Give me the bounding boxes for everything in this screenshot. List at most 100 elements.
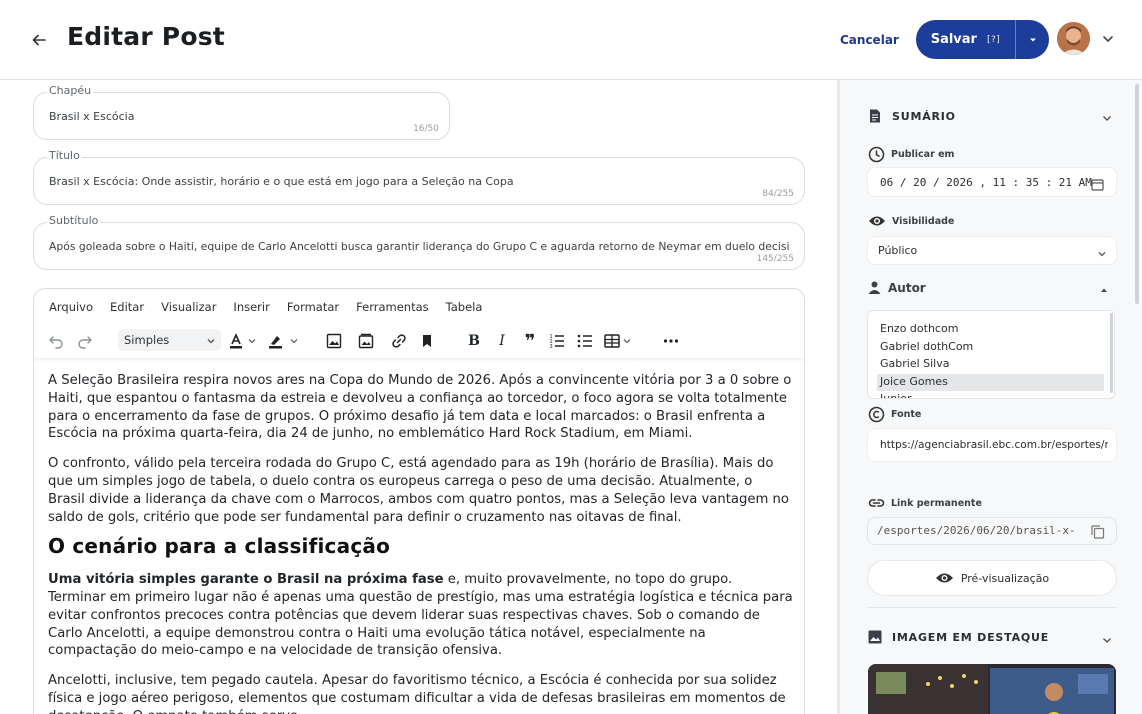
list-item[interactable]: Junior [868, 391, 1104, 398]
featured-image-chevron-icon[interactable] [1100, 632, 1114, 646]
save-button[interactable]: Salvar [?] [916, 20, 1016, 59]
subtitulo-field[interactable]: Subtítulo Após goleada sobre o Haiti, eq… [33, 214, 805, 270]
user-avatar[interactable] [1057, 22, 1090, 55]
rich-text-editor: Arquivo Editar Visualizar Inserir Format… [33, 288, 805, 714]
visibility-value: Público [878, 244, 918, 257]
insert-link-icon[interactable] [387, 329, 411, 353]
editor-content[interactable]: A Seleção Brasileira respira novos ares … [48, 372, 793, 714]
chevron-down-icon [1096, 245, 1108, 264]
preview-label: Pré-visualização [960, 571, 1050, 585]
copy-icon[interactable] [1090, 524, 1105, 543]
summary-section-header[interactable]: SUMÁRIO [867, 108, 956, 124]
undo-icon[interactable] [44, 329, 68, 353]
titulo-field[interactable]: Título Brasil x Escócia: Onde assistir, … [33, 149, 805, 205]
sidebar-scrollbar[interactable] [1135, 84, 1139, 304]
eye-icon [869, 216, 885, 226]
text-color-chevron-icon[interactable] [245, 329, 259, 353]
blockquote-icon[interactable]: ❞ [518, 329, 542, 353]
insert-image-icon[interactable] [322, 329, 346, 353]
block-style-select[interactable]: Simples [118, 329, 221, 351]
cancel-button[interactable]: Cancelar [832, 28, 907, 52]
titulo-value: Brasil x Escócia: Onde assistir, horário… [49, 175, 514, 188]
author-collapse-caret-icon[interactable] [1098, 281, 1112, 295]
account-menu-chevron-icon[interactable] [1100, 31, 1116, 47]
editor-menubar: Arquivo Editar Visualizar Inserir Format… [49, 300, 499, 314]
image-icon [868, 630, 882, 644]
source-label: Fonte [868, 406, 921, 423]
publish-datetime-input[interactable]: 06 / 20 / 2026 , 11 : 35 : 21 AM [867, 167, 1117, 197]
bullet-list-icon[interactable] [573, 329, 597, 353]
chapeu-counter: 16/50 [413, 124, 439, 134]
visibility-select[interactable]: Público [867, 236, 1117, 265]
numbered-list-icon[interactable]: 123 [545, 329, 569, 353]
menu-visualizar[interactable]: Visualizar [161, 300, 216, 314]
permalink-label-text: Link permanente [891, 497, 982, 509]
person-icon [868, 281, 881, 294]
media-gallery-icon[interactable] [354, 329, 378, 353]
paragraph: O confronto, válido pela terceira rodada… [48, 456, 789, 525]
save-options-caret-icon[interactable] [1016, 20, 1049, 59]
chapeu-label: Chapéu [47, 84, 94, 97]
titulo-label: Título [47, 149, 82, 162]
author-listbox[interactable]: Enzo dothcom Gabriel dothCom Gabriel Sil… [867, 310, 1115, 399]
settings-sidebar: SUMÁRIO Publicar em 06 / 20 / 2026 , 11 … [840, 80, 1142, 714]
clock-icon [868, 146, 885, 163]
source-input[interactable]: https://agenciabrasil.ebc.com.br/esporte… [867, 428, 1117, 462]
more-options-icon[interactable] [659, 329, 683, 353]
menu-arquivo[interactable]: Arquivo [49, 300, 93, 314]
summary-title: SUMÁRIO [892, 109, 956, 123]
list-item[interactable]: Enzo dothcom [868, 321, 1104, 339]
save-label: Salvar [930, 32, 977, 47]
highlight-chevron-icon[interactable] [287, 329, 301, 353]
save-button-group: Salvar [?] [916, 20, 1049, 59]
svg-text:3: 3 [550, 344, 553, 350]
document-icon [870, 109, 880, 123]
back-arrow-icon[interactable] [26, 27, 52, 53]
block-style-value: Simples [124, 333, 170, 347]
permalink-input[interactable]: /esportes/2026/06/20/brasil-x- [867, 517, 1117, 545]
author-list-scrollbar[interactable] [1110, 313, 1113, 393]
list-item[interactable]: Gabriel dothCom [868, 339, 1104, 357]
menu-ferramentas[interactable]: Ferramentas [356, 300, 428, 314]
publish-datetime-value: 06 / 20 / 2026 , 11 : 35 : 21 AM [880, 176, 1092, 189]
divider [867, 607, 1117, 608]
menu-inserir[interactable]: Inserir [233, 300, 269, 314]
menu-formatar[interactable]: Formatar [287, 300, 339, 314]
calendar-icon[interactable] [1091, 176, 1104, 195]
top-bar: Editar Post Cancelar Salvar [?] [0, 0, 1142, 80]
visibility-label-text: Visibilidade [892, 215, 955, 227]
page-title: Editar Post [67, 22, 225, 51]
summary-chevron-icon[interactable] [1100, 110, 1114, 124]
italic-icon[interactable]: I [490, 329, 514, 353]
featured-image-section-header[interactable]: IMAGEM EM DESTAQUE [867, 629, 1049, 645]
permalink-value: /esportes/2026/06/20/brasil-x- [877, 524, 1076, 537]
list-item-selected[interactable]: Joice Gomes [877, 373, 1104, 391]
redo-icon[interactable] [73, 329, 97, 353]
preview-button[interactable]: Pré-visualização [867, 560, 1117, 596]
subtitulo-counter: 145/255 [756, 254, 794, 264]
paragraph: Ancelotti, inclusive, tem pegado cautela… [48, 673, 786, 714]
bold-icon[interactable]: B [462, 329, 486, 353]
bookmark-icon[interactable] [415, 329, 439, 353]
eye-icon [935, 573, 953, 583]
menu-editar[interactable]: Editar [110, 300, 144, 314]
subtitulo-value: Após goleada sobre o Haiti, equipe de Ca… [49, 240, 789, 253]
featured-image-thumbnail[interactable] [868, 664, 1116, 714]
paragraph: A Seleção Brasileira respira novos ares … [48, 373, 792, 442]
chapeu-value: Brasil x Escócia [49, 110, 135, 123]
featured-image-title: IMAGEM EM DESTAQUE [892, 630, 1050, 644]
chapeu-field[interactable]: Chapéu Brasil x Escócia 16/50 [33, 84, 450, 140]
list-item[interactable]: Gabriel Silva [868, 356, 1104, 374]
subtitulo-label: Subtítulo [47, 214, 101, 227]
table-chevron-icon[interactable] [620, 329, 634, 353]
author-title: Autor [888, 280, 926, 295]
toolbar-shadow [34, 358, 804, 362]
post-form: Chapéu Brasil x Escócia 16/50 Título Bra… [0, 80, 838, 714]
bold-text: Uma vitória simples garante o Brasil na … [48, 572, 444, 588]
author-section-header[interactable]: Autor [867, 280, 926, 295]
menu-tabela[interactable]: Tabela [446, 300, 483, 314]
link-icon [868, 499, 885, 507]
source-value: https://agenciabrasil.ebc.com.br/esporte… [880, 439, 1108, 451]
highlight-color-icon[interactable] [264, 329, 288, 353]
